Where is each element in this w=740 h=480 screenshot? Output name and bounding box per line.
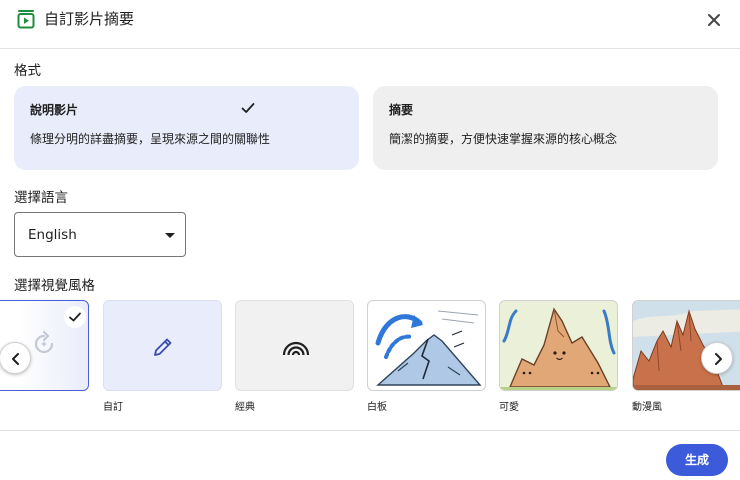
- video-summary-icon: [17, 10, 35, 29]
- chevron-right-icon: [715, 353, 722, 365]
- format-option-explainer[interactable]: 說明影片 條理分明的詳盡摘要，呈現來源之間的關聯性: [14, 86, 359, 170]
- visual-style-label: 選擇視覺風格: [14, 278, 95, 294]
- dropdown-caret-icon: [165, 233, 175, 238]
- visual-style-label-cute: 可愛: [499, 402, 519, 413]
- language-label: 選擇語言: [14, 190, 68, 206]
- check-icon: [241, 103, 255, 113]
- carousel-prev-button[interactable]: [0, 342, 31, 374]
- chevron-left-icon: [12, 353, 19, 365]
- carousel-next-button[interactable]: [701, 342, 733, 374]
- footer-divider: [0, 430, 740, 431]
- visual-style-tile-custom[interactable]: [103, 300, 222, 391]
- generate-button[interactable]: 生成: [666, 444, 728, 476]
- selected-badge: [64, 306, 86, 328]
- pencil-icon: [154, 338, 172, 356]
- format-option-title: 摘要: [389, 103, 414, 117]
- visual-style-carousel: 自訂 經典 白板 可愛 動漫風: [0, 296, 740, 421]
- format-option-brief[interactable]: 摘要 簡潔的摘要，方便快速掌握來源的核心概念: [373, 86, 718, 170]
- visual-style-label-custom: 自訂: [103, 402, 123, 413]
- format-label: 格式: [14, 63, 41, 79]
- format-option-title: 說明影片: [30, 103, 79, 117]
- format-option-description: 條理分明的詳盡摘要，呈現來源之間的關聯性: [30, 132, 271, 146]
- visual-style-tile-whiteboard[interactable]: [367, 300, 486, 391]
- check-icon: [69, 312, 81, 322]
- rainbow-icon: [282, 341, 310, 356]
- visual-style-label-whiteboard: 白板: [367, 402, 387, 413]
- format-option-description: 簡潔的摘要，方便快速掌握來源的核心概念: [389, 132, 618, 146]
- cute-rock-illustration: [500, 301, 617, 390]
- visual-style-tile-classic[interactable]: [235, 300, 354, 391]
- dialog-header: 自訂影片摘要: [0, 0, 740, 49]
- language-select[interactable]: English: [14, 212, 186, 257]
- refresh-sparkle-icon: [34, 330, 54, 354]
- close-icon[interactable]: [703, 9, 725, 31]
- visual-style-label-anime: 動漫風: [632, 402, 662, 413]
- visual-style-label-classic: 經典: [235, 402, 255, 413]
- dialog-title: 自訂影片摘要: [44, 10, 135, 28]
- whiteboard-volcano-illustration: [375, 310, 482, 386]
- language-value: English: [28, 227, 77, 243]
- visual-style-tile-cute[interactable]: [499, 300, 618, 391]
